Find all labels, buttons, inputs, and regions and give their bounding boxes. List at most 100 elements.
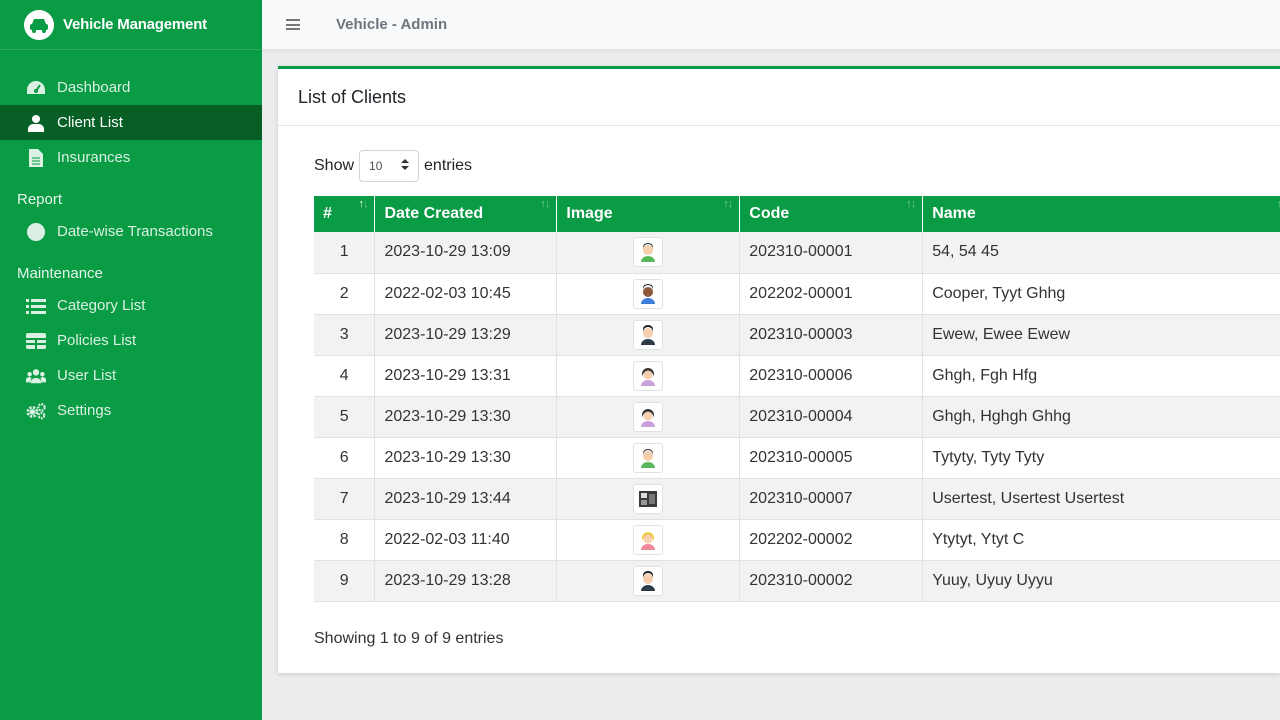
sidebar-item-dashboard[interactable]: Dashboard: [0, 70, 262, 105]
column-header-name[interactable]: Name↑↓: [922, 196, 1280, 232]
sidebar-item-settings[interactable]: Settings: [0, 393, 262, 428]
gears-icon: [26, 401, 46, 421]
sidebar-nav: Dashboard Client List Insurances Report …: [0, 50, 262, 428]
cell-date-created: 2023-10-29 13:30: [374, 396, 558, 438]
nav-header-maintenance: Maintenance: [17, 265, 103, 282]
cell-code: 202202-00002: [739, 519, 924, 561]
cell-date-created: 2022-02-03 10:45: [374, 273, 558, 315]
cell-num: 4: [314, 355, 376, 397]
table-row[interactable]: 8 2022-02-03 11:40 202202-00002 Ytytyt, Yty…: [314, 519, 1280, 561]
column-header-date-created[interactable]: Date Created ↑↓: [374, 196, 558, 232]
user-icon: [26, 113, 46, 133]
cell-name: Ewew, Ewee Ewew: [922, 314, 1280, 356]
cell-image: [556, 519, 741, 561]
sort-icon: ↑↓: [723, 198, 733, 210]
cell-code: 202202-00001: [739, 273, 924, 315]
male-green-avatar-icon: [633, 442, 664, 473]
sort-icon: ↑↓: [906, 198, 916, 210]
sidebar-item-label: Category List: [57, 297, 146, 314]
page-length-value: 10: [369, 159, 383, 173]
cell-num: 3: [314, 314, 376, 356]
table-row[interactable]: 9 2023-10-29 13:28 202310-00002 Yuuy, Uyuy …: [314, 560, 1280, 602]
car-logo-icon: [24, 9, 54, 40]
cell-name: Tytyty, Tyty Tyty: [922, 437, 1280, 479]
page-length-control: Show 10 entries: [314, 150, 472, 182]
sidebar-item-label: User List: [57, 367, 117, 384]
cell-code: 202310-00006: [739, 355, 924, 397]
cell-code: 202310-00003: [739, 314, 924, 356]
cell-name: Ghgh, Hghgh Ghhg: [922, 396, 1280, 438]
photo-avatar-icon: [633, 483, 664, 514]
cell-num: 6: [314, 437, 376, 479]
table-body: 1 2023-10-29 13:09 202310-00001 54, 54 45 2 2…: [314, 232, 1280, 602]
female-blonde-avatar-icon: [633, 524, 664, 555]
clients-table: #↑↓ Date Created↑↓ Image↑↓ Code↑↓ Name↑↓…: [314, 196, 1280, 602]
select-arrows-icon: [401, 159, 410, 173]
cell-name: Usertest, Usertest Usertest: [922, 478, 1280, 520]
hamburger-menu-icon[interactable]: [286, 17, 300, 33]
sidebar-item-client-list[interactable]: Client List: [0, 105, 262, 140]
table-info: Showing 1 to 9 of 9 entries: [314, 630, 504, 647]
cell-num: 9: [314, 560, 376, 602]
table-row[interactable]: 7 2023-10-29 13:44 202310-00007 Usertest, U…: [314, 478, 1280, 520]
sidebar: Vehicle Management Dashboard Client List…: [0, 0, 262, 720]
column-header-image[interactable]: Image ↑↓: [556, 196, 741, 232]
table-row[interactable]: 4 2023-10-29 13:31 202310-00006 Ghgh, Fgh H…: [314, 355, 1280, 397]
cell-num: 2: [314, 273, 376, 315]
nav-header-report: Report: [17, 191, 63, 208]
cell-date-created: 2023-10-29 13:28: [374, 560, 558, 602]
table-row[interactable]: 1 2023-10-29 13:09 202310-00001 54, 54 45: [314, 232, 1280, 274]
sidebar-item-insurances[interactable]: Insurances: [0, 140, 262, 175]
cell-code: 202310-00004: [739, 396, 924, 438]
clients-card: List of Clients Show 10 entries # ↑↓ Date…: [278, 66, 1280, 673]
cell-code: 202310-00001: [739, 232, 924, 274]
sidebar-item-label: Client List: [57, 114, 123, 131]
male-green-avatar-icon: [633, 237, 664, 268]
cell-date-created: 2023-10-29 13:44: [374, 478, 558, 520]
brand[interactable]: Vehicle Management: [0, 0, 262, 50]
cell-image: [556, 273, 741, 315]
column-header-code[interactable]: Code ↑↓: [739, 196, 924, 232]
cell-num: 8: [314, 519, 376, 561]
cell-image: [556, 314, 741, 356]
table-row[interactable]: 6 2023-10-29 13:30 202310-00005 Tytyty, Tyt…: [314, 437, 1280, 479]
cell-image: [556, 437, 741, 479]
table-icon: [26, 331, 46, 351]
cell-image: [556, 478, 741, 520]
cell-code: 202310-00005: [739, 437, 924, 479]
cell-date-created: 2023-10-29 13:31: [374, 355, 558, 397]
sidebar-item-date-wise-transactions[interactable]: Date-wise Transactions: [0, 214, 262, 249]
cell-num: 5: [314, 396, 376, 438]
cell-name: Yuuy, Uyuy Uyyu: [922, 560, 1280, 602]
brand-title: Vehicle Management: [63, 16, 207, 33]
cell-image: [556, 232, 741, 274]
table-row[interactable]: 2 2022-02-03 10:45 202202-00001 Cooper, Tyy…: [314, 273, 1280, 315]
sidebar-item-label: Insurances: [57, 149, 131, 166]
file-icon: [26, 148, 46, 168]
cell-date-created: 2023-10-29 13:09: [374, 232, 558, 274]
topbar: Vehicle - Admin: [262, 0, 1280, 50]
card-title: List of Clients: [278, 69, 1280, 126]
sidebar-item-label: Dashboard: [57, 79, 131, 96]
page-length-select[interactable]: 10: [359, 150, 420, 182]
circle-icon: [26, 222, 46, 242]
female-avatar-icon: [633, 360, 664, 391]
cell-num: 1: [314, 232, 376, 274]
list-icon: [26, 296, 46, 316]
sidebar-item-label: Policies List: [57, 332, 137, 349]
cell-name: Cooper, Tyyt Ghhg: [922, 273, 1280, 315]
show-label: Show: [314, 157, 355, 174]
table-row[interactable]: 3 2023-10-29 13:29 202310-00003 Ewew, Ewee …: [314, 314, 1280, 356]
male-dark-avatar-icon: [633, 565, 664, 596]
cell-date-created: 2023-10-29 13:29: [374, 314, 558, 356]
cell-image: [556, 355, 741, 397]
sidebar-item-user-list[interactable]: User List: [0, 358, 262, 393]
table-row[interactable]: 5 2023-10-29 13:30 202310-00004 Ghgh, Hghgh…: [314, 396, 1280, 438]
sidebar-item-policies-list[interactable]: Policies List: [0, 323, 262, 358]
dashboard-icon: [26, 78, 46, 98]
column-header-num[interactable]: # ↑↓: [314, 196, 376, 232]
cell-num: 7: [314, 478, 376, 520]
users-icon: [26, 366, 46, 386]
sidebar-item-category-list[interactable]: Category List: [0, 288, 262, 323]
cell-code: 202310-00007: [739, 478, 924, 520]
